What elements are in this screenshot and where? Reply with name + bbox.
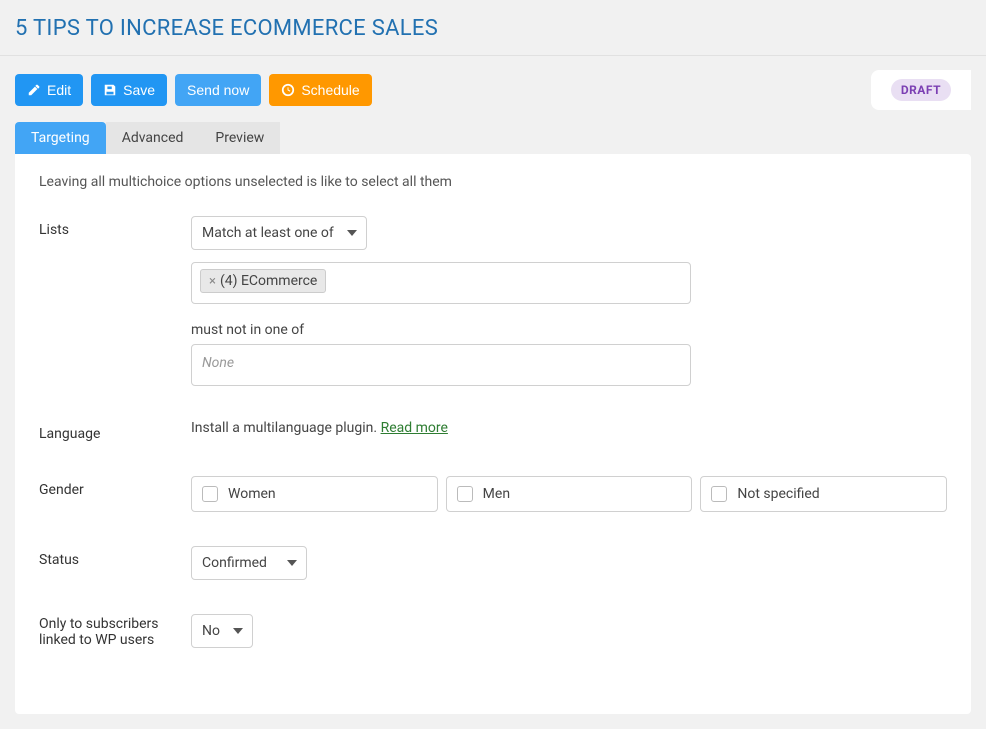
checkbox <box>711 486 727 502</box>
clock-icon <box>281 83 295 97</box>
tab-advanced[interactable]: Advanced <box>106 122 200 154</box>
list-tag-label: (4) ECommerce <box>220 273 317 289</box>
wp-users-select[interactable]: No <box>191 614 253 648</box>
gender-option-label: Not specified <box>737 486 819 502</box>
lists-include-input[interactable]: × (4) ECommerce <box>191 262 691 304</box>
lists-exclude-input[interactable]: None <box>191 344 691 386</box>
label-status: Status <box>39 546 191 568</box>
label-gender: Gender <box>39 476 191 498</box>
checkbox <box>202 486 218 502</box>
gender-option-label: Women <box>228 486 276 502</box>
targeting-hint: Leaving all multichoice options unselect… <box>39 174 947 190</box>
label-not-in: must not in one of <box>191 322 947 338</box>
save-icon <box>103 83 117 97</box>
language-text: Install a multilanguage plugin. <box>191 420 381 436</box>
tab-preview[interactable]: Preview <box>199 122 280 154</box>
toolbar: Edit Save Send now Schedule <box>15 74 372 106</box>
gender-option-women[interactable]: Women <box>191 476 438 512</box>
status-badge-wrap: DRAFT <box>871 70 971 110</box>
gender-option-not-specified[interactable]: Not specified <box>700 476 947 512</box>
checkbox <box>457 486 473 502</box>
edit-button[interactable]: Edit <box>15 74 83 106</box>
page-title: 5 TIPS TO INCREASE ECOMMERCE SALES <box>15 16 971 41</box>
gender-option-men[interactable]: Men <box>446 476 693 512</box>
schedule-button[interactable]: Schedule <box>269 74 371 106</box>
label-lists: Lists <box>39 216 191 238</box>
list-tag-ecommerce: × (4) ECommerce <box>200 269 326 293</box>
targeting-panel: Leaving all multichoice options unselect… <box>15 154 971 714</box>
gender-option-label: Men <box>483 486 510 502</box>
edit-label: Edit <box>47 82 71 98</box>
send-now-button[interactable]: Send now <box>175 74 261 106</box>
language-read-more-link[interactable]: Read more <box>381 420 448 436</box>
lists-match-mode-select[interactable]: Match at least one of <box>191 216 367 250</box>
send-now-label: Send now <box>187 82 249 98</box>
status-select[interactable]: Confirmed <box>191 546 307 580</box>
edit-icon <box>27 83 41 97</box>
remove-icon[interactable]: × <box>209 274 216 289</box>
tabs: Targeting Advanced Preview <box>0 122 986 154</box>
status-badge: DRAFT <box>891 79 951 101</box>
schedule-label: Schedule <box>301 82 359 98</box>
save-label: Save <box>123 82 155 98</box>
save-button[interactable]: Save <box>91 74 167 106</box>
label-language: Language <box>39 420 191 442</box>
label-wp-users: Only to subscribers linked to WP users <box>39 614 191 648</box>
tab-targeting[interactable]: Targeting <box>15 122 106 154</box>
